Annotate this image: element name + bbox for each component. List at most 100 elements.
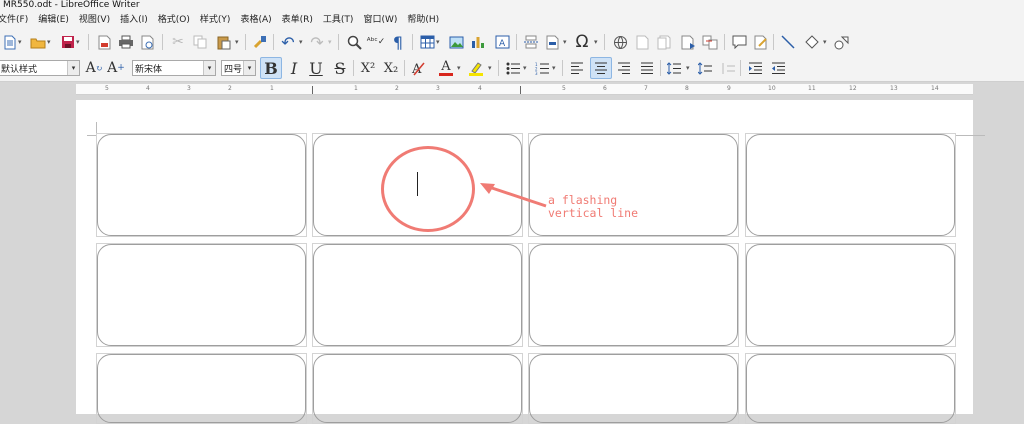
label-cell[interactable]: [96, 243, 307, 347]
numbered-list-icon[interactable]: 123: [532, 58, 552, 78]
menu-table[interactable]: 表格(A): [235, 13, 276, 28]
bullet-list-icon[interactable]: [503, 58, 523, 78]
print-preview-icon[interactable]: [138, 32, 158, 52]
clone-formatting-icon[interactable]: [250, 32, 270, 52]
undo-dropdown-icon[interactable]: ▾: [299, 38, 303, 46]
menu-form[interactable]: 表单(R): [277, 13, 318, 28]
copy-icon[interactable]: [190, 32, 210, 52]
font-size-combo[interactable]: 四号 ▾: [221, 60, 256, 76]
label-cell[interactable]: [528, 353, 739, 424]
field-dropdown-icon[interactable]: ▾: [563, 38, 567, 46]
align-center-icon[interactable]: [590, 57, 612, 79]
draw-functions-icon[interactable]: [832, 32, 852, 52]
insert-comment-icon[interactable]: [729, 32, 749, 52]
insert-bookmark-icon[interactable]: [678, 32, 698, 52]
label-cell[interactable]: [528, 243, 739, 347]
paragraph-style-combo[interactable]: 默认样式 ▾: [0, 60, 80, 76]
menu-format[interactable]: 格式(O): [153, 13, 195, 28]
ruler-margin-marker[interactable]: [312, 86, 313, 94]
insert-page-break-icon[interactable]: [521, 32, 541, 52]
highlight-color-icon[interactable]: [466, 58, 486, 78]
chevron-down-icon[interactable]: ▾: [67, 61, 79, 75]
insert-table-icon[interactable]: [417, 32, 437, 52]
basic-shapes-dropdown-icon[interactable]: ▾: [823, 38, 827, 46]
open-dropdown-icon[interactable]: ▾: [47, 38, 51, 46]
menu-edit[interactable]: 编辑(E): [33, 13, 74, 28]
new-dropdown-icon[interactable]: ▾: [18, 38, 22, 46]
paste-dropdown-icon[interactable]: ▾: [235, 38, 239, 46]
insert-line-icon[interactable]: [778, 32, 798, 52]
insert-footnote-icon[interactable]: [632, 32, 652, 52]
label-cell[interactable]: [745, 243, 956, 347]
increase-indent-icon[interactable]: [745, 58, 765, 78]
label-cell[interactable]: [528, 133, 739, 237]
chevron-down-icon[interactable]: ▾: [243, 61, 255, 75]
insert-field-icon[interactable]: [543, 32, 563, 52]
label-cell[interactable]: [312, 243, 523, 347]
special-character-dropdown-icon[interactable]: ▾: [594, 38, 598, 46]
menu-help[interactable]: 帮助(H): [402, 13, 444, 28]
bold-button[interactable]: B: [260, 57, 282, 79]
insert-endnote-icon[interactable]: [654, 32, 674, 52]
numbered-list-dropdown-icon[interactable]: ▾: [552, 64, 556, 72]
redo-dropdown-icon[interactable]: ▾: [328, 38, 332, 46]
insert-image-icon[interactable]: [446, 32, 466, 52]
font-name-combo[interactable]: 新宋体 ▾: [132, 60, 216, 76]
align-left-icon[interactable]: [567, 58, 587, 78]
special-character-icon[interactable]: Ω: [572, 32, 592, 52]
menu-file[interactable]: 文件(F): [0, 13, 33, 28]
insert-text-box-icon[interactable]: A: [492, 32, 512, 52]
paste-icon[interactable]: [214, 32, 234, 52]
formatting-marks-icon[interactable]: ¶: [388, 32, 408, 52]
chevron-down-icon[interactable]: ▾: [203, 61, 215, 75]
update-style-icon[interactable]: A ↻: [84, 58, 104, 78]
label-cell[interactable]: [96, 353, 307, 424]
insert-hyperlink-icon[interactable]: [610, 32, 630, 52]
subscript-button[interactable]: X₂: [381, 58, 401, 78]
save-dropdown-icon[interactable]: ▾: [76, 38, 80, 46]
menu-window[interactable]: 窗口(W): [358, 13, 402, 28]
italic-button[interactable]: I: [284, 58, 304, 78]
find-replace-icon[interactable]: [344, 32, 364, 52]
increase-paragraph-spacing-icon[interactable]: [695, 58, 715, 78]
export-pdf-icon[interactable]: [94, 32, 114, 52]
strikethrough-button[interactable]: S: [330, 58, 350, 78]
line-spacing-icon[interactable]: [664, 58, 684, 78]
decrease-paragraph-spacing-icon[interactable]: [718, 58, 738, 78]
label-cell[interactable]: [745, 353, 956, 424]
line-spacing-dropdown-icon[interactable]: ▾: [686, 64, 690, 72]
insert-cross-reference-icon[interactable]: [700, 32, 720, 52]
label-cell[interactable]: [745, 133, 956, 237]
table-dropdown-icon[interactable]: ▾: [436, 38, 440, 46]
menu-insert[interactable]: 插入(I): [115, 13, 153, 28]
redo-icon[interactable]: ↷: [307, 32, 327, 52]
font-color-icon[interactable]: A: [436, 58, 456, 78]
ruler-tab-stop[interactable]: [520, 86, 521, 94]
track-changes-icon[interactable]: [751, 32, 771, 52]
label-cell[interactable]: [312, 353, 523, 424]
spelling-icon[interactable]: ᴬᵇᶜ✓: [366, 32, 386, 52]
menu-styles[interactable]: 样式(Y): [195, 13, 236, 28]
bullet-list-dropdown-icon[interactable]: ▾: [523, 64, 527, 72]
align-right-icon[interactable]: [614, 58, 634, 78]
insert-chart-icon[interactable]: [468, 32, 488, 52]
undo-icon[interactable]: ↶: [278, 32, 298, 52]
horizontal-ruler[interactable]: 5 4 3 2 1 1 2 3 4 5 6 7 8 9 10 11 12 13 …: [76, 84, 973, 95]
decrease-indent-icon[interactable]: [768, 58, 788, 78]
justify-icon[interactable]: [637, 58, 657, 78]
new-style-icon[interactable]: A +: [106, 58, 126, 78]
menu-tools[interactable]: 工具(T): [318, 13, 359, 28]
label-cell[interactable]: [96, 133, 307, 237]
underline-button[interactable]: U: [306, 58, 326, 78]
open-folder-icon[interactable]: [28, 32, 48, 52]
print-icon[interactable]: [116, 32, 136, 52]
basic-shapes-icon[interactable]: [802, 32, 822, 52]
cut-icon[interactable]: ✂: [168, 32, 188, 52]
new-document-icon[interactable]: [0, 32, 20, 52]
highlight-dropdown-icon[interactable]: ▾: [488, 64, 492, 72]
save-icon[interactable]: [58, 32, 78, 52]
superscript-button[interactable]: X²: [358, 58, 378, 78]
menu-view[interactable]: 视图(V): [74, 13, 115, 28]
font-color-dropdown-icon[interactable]: ▾: [457, 64, 461, 72]
clear-formatting-icon[interactable]: A: [408, 58, 428, 78]
